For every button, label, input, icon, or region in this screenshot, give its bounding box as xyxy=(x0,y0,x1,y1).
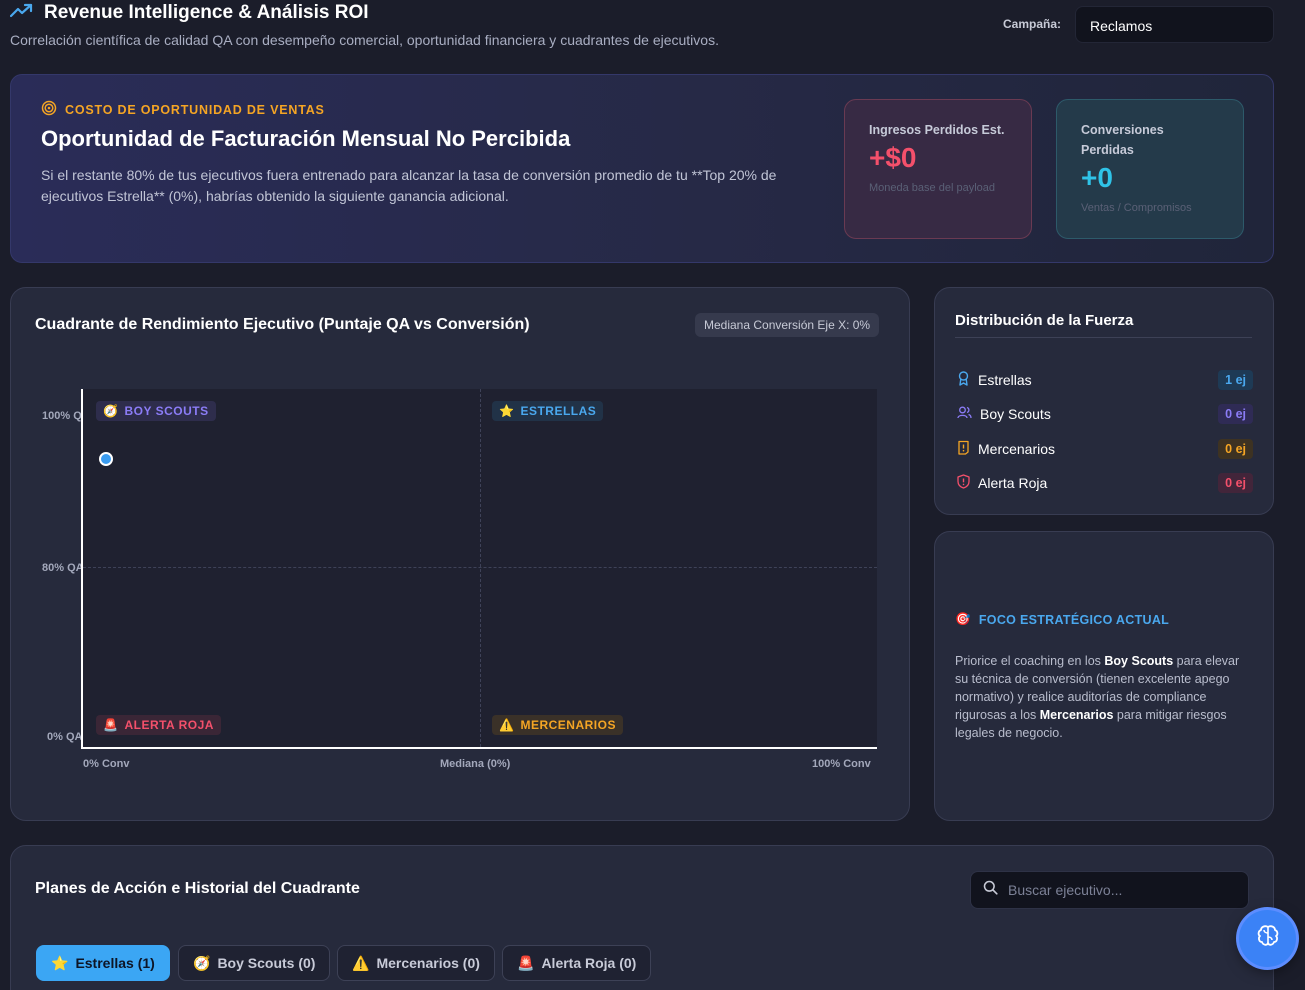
lost-conversions-value: +0 xyxy=(1081,162,1113,193)
lost-revenue-value: +$0 xyxy=(869,142,917,173)
star-icon: ⭐ xyxy=(51,954,69,971)
distribution-label: Estrellas xyxy=(978,372,1032,388)
siren-icon: 🚨 xyxy=(517,954,535,971)
tab-label: Boy Scouts (0) xyxy=(217,955,316,971)
lost-revenue-label: Ingresos Perdidos Est. xyxy=(869,123,1005,137)
trending-up-icon xyxy=(9,2,34,24)
distribution-row-alerta-roja: Alerta Roja 0 ej xyxy=(957,471,1253,495)
tab-estrellas[interactable]: ⭐ Estrellas (1) xyxy=(36,945,170,981)
quadrant-tag-estrellas: ⭐ ESTRELLAS xyxy=(492,401,604,421)
ai-assistant-button[interactable] xyxy=(1239,910,1296,967)
opportunity-kicker-text: COSTO DE OPORTUNIDAD DE VENTAS xyxy=(65,102,325,117)
page-title-text: Revenue Intelligence & Análisis ROI xyxy=(44,2,369,23)
y-tick-label: 80% QA xyxy=(42,562,84,574)
distribution-count: 1 ej xyxy=(1218,370,1253,390)
distribution-title: Distribución de la Fuerza xyxy=(955,312,1134,329)
qa-threshold-line xyxy=(83,567,877,568)
warning-icon: ⚠️ xyxy=(352,954,370,971)
focus-title-text: FOCO ESTRATÉGICO ACTUAL xyxy=(978,612,1170,627)
action-plans-card: Planes de Acción e Historial del Cuadran… xyxy=(10,845,1274,990)
quadrant-tag-boy-scouts: 🧭 BOY SCOUTS xyxy=(96,401,216,421)
distribution-label: Alerta Roja xyxy=(978,475,1048,491)
users-icon xyxy=(957,406,972,422)
focus-description: Priorice el coaching en los Boy Scouts p… xyxy=(955,652,1255,742)
median-badge: Mediana Conversión Eje X: 0% xyxy=(695,313,880,337)
lost-revenue-card: Ingresos Perdidos Est. +$0 Moneda base d… xyxy=(844,99,1032,239)
x-tick-label: 0% Conv xyxy=(83,758,130,770)
median-line xyxy=(480,389,481,747)
x-tick-label: Mediana (0%) xyxy=(440,758,511,770)
lost-revenue-sub: Moneda base del payload xyxy=(869,182,995,194)
quadrant-tag-label: ESTRELLAS xyxy=(520,404,597,418)
target-icon xyxy=(41,100,57,119)
page-title: Revenue Intelligence & Análisis ROI xyxy=(9,2,369,24)
opportunity-description: Si el restante 80% de tus ejecutivos fue… xyxy=(41,167,777,204)
distribution-label: Mercenarios xyxy=(978,441,1056,457)
tab-label: Mercenarios (0) xyxy=(376,955,480,971)
star-icon: ⭐ xyxy=(499,404,515,418)
lost-conversions-sub: Ventas / Compromisos xyxy=(1081,202,1192,214)
campaign-select[interactable]: Reclamos xyxy=(1075,6,1274,43)
tab-mercenarios[interactable]: ⚠️ Mercenarios (0) xyxy=(337,945,495,981)
lost-conversions-label: Conversiones Perdidas xyxy=(1081,123,1164,157)
strategic-focus-card: 🎯 FOCO ESTRATÉGICO ACTUAL Priorice el co… xyxy=(934,531,1274,821)
distribution-count: 0 ej xyxy=(1218,404,1253,424)
page-subtitle: Correlación científica de calidad QA con… xyxy=(10,32,719,48)
plans-title: Planes de Acción e Historial del Cuadran… xyxy=(35,880,360,897)
distribution-count: 0 ej xyxy=(1218,473,1253,493)
tab-boy-scouts[interactable]: 🧭 Boy Scouts (0) xyxy=(178,945,331,981)
lost-conversions-card: Conversiones Perdidas +0 Ventas / Compro… xyxy=(1056,99,1244,239)
force-distribution-card: Distribución de la Fuerza Estrellas 1 ej… xyxy=(934,287,1274,515)
opportunity-cost-banner: COSTO DE OPORTUNIDAD DE VENTAS Oportunid… xyxy=(10,74,1274,263)
tab-alerta-roja[interactable]: 🚨 Alerta Roja (0) xyxy=(502,945,652,981)
quadrant-tag-alerta-roja: 🚨 ALERTA ROJA xyxy=(96,715,221,735)
focus-highlight: Mercenarios xyxy=(1039,708,1114,722)
alert-square-icon xyxy=(957,440,970,458)
executive-point[interactable] xyxy=(99,451,114,466)
divider xyxy=(955,337,1252,338)
bullseye-icon: 🎯 xyxy=(955,612,971,626)
warning-icon: ⚠️ xyxy=(499,718,515,732)
brain-icon xyxy=(1254,922,1282,955)
quadrant-tag-label: BOY SCOUTS xyxy=(124,404,209,418)
opportunity-kicker: COSTO DE OPORTUNIDAD DE VENTAS xyxy=(41,100,325,119)
focus-text: Priorice el coaching en los xyxy=(955,654,1105,668)
compass-icon: 🧭 xyxy=(193,954,211,971)
tab-label: Estrellas (1) xyxy=(75,955,155,971)
search-box[interactable] xyxy=(970,871,1249,909)
focus-title: 🎯 FOCO ESTRATÉGICO ACTUAL xyxy=(955,612,1169,627)
quadrant-card: Cuadrante de Rendimiento Ejecutivo (Punt… xyxy=(10,287,910,821)
quadrant-tag-mercenarios: ⚠️ MERCENARIOS xyxy=(492,715,623,735)
distribution-label: Boy Scouts xyxy=(980,406,1051,422)
campaign-label: Campaña: xyxy=(1003,17,1062,31)
quadrant-title: Cuadrante de Rendimiento Ejecutivo (Punt… xyxy=(35,316,530,333)
search-icon xyxy=(983,880,998,900)
search-input[interactable] xyxy=(1008,882,1236,898)
x-tick-label: 100% Conv xyxy=(812,758,871,770)
award-icon xyxy=(957,371,970,389)
quadrant-plot: 🧭 BOY SCOUTS ⭐ ESTRELLAS 🚨 ALERTA ROJA ⚠… xyxy=(81,389,877,749)
y-tick-label: 0% QA xyxy=(47,731,83,743)
siren-icon: 🚨 xyxy=(103,718,119,732)
distribution-count: 0 ej xyxy=(1218,439,1253,459)
opportunity-title: Oportunidad de Facturación Mensual No Pe… xyxy=(41,126,571,151)
distribution-row-mercenarios: Mercenarios 0 ej xyxy=(957,437,1253,461)
distribution-row-estrellas: Estrellas 1 ej xyxy=(957,368,1253,392)
shield-alert-icon xyxy=(957,474,970,492)
distribution-row-boy-scouts: Boy Scouts 0 ej xyxy=(957,402,1253,426)
quadrant-tag-label: MERCENARIOS xyxy=(520,718,616,732)
tab-label: Alerta Roja (0) xyxy=(541,955,637,971)
compass-icon: 🧭 xyxy=(103,404,119,418)
quadrant-tag-label: ALERTA ROJA xyxy=(124,718,214,732)
focus-highlight: Boy Scouts xyxy=(1104,654,1174,668)
